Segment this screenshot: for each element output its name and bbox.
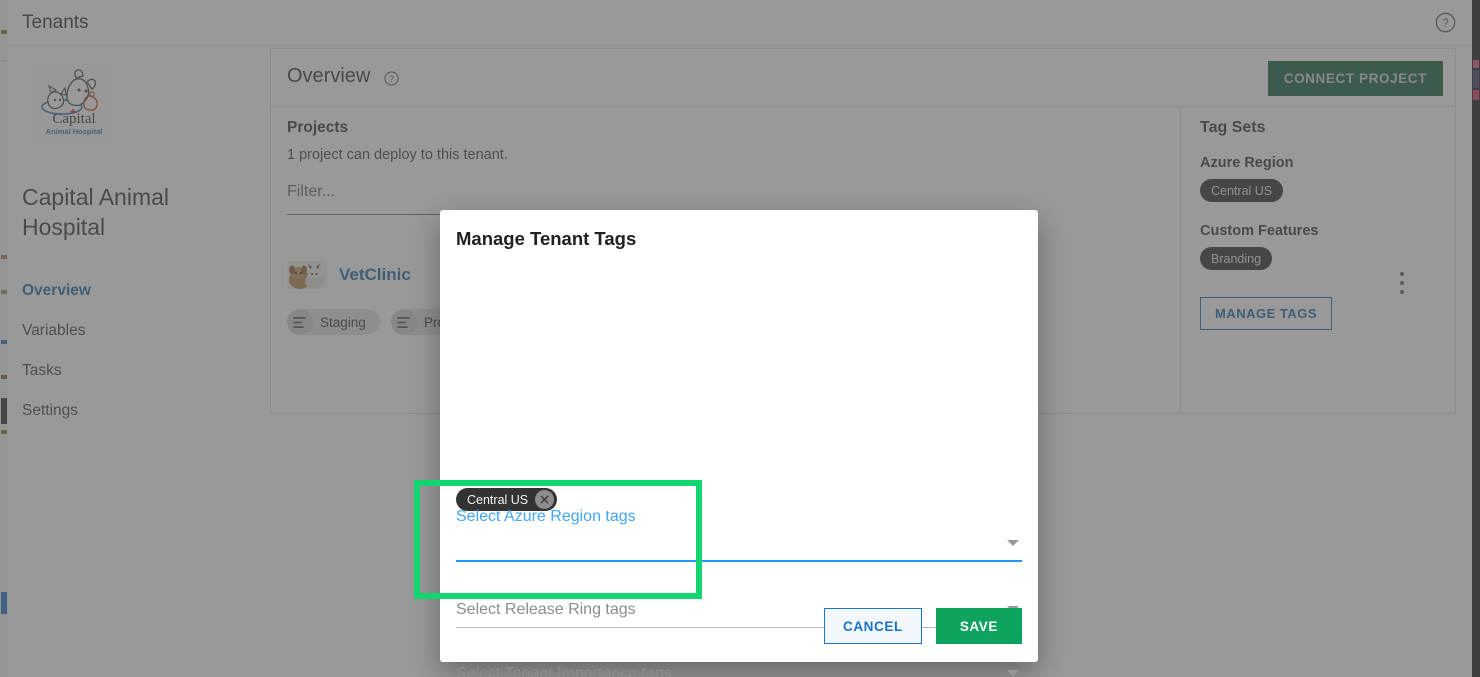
dialog-title: Manage Tenant Tags xyxy=(456,228,636,250)
field-underline-focused xyxy=(456,560,1022,562)
field-azure-region-input[interactable] xyxy=(456,534,1022,562)
chevron-down-icon[interactable] xyxy=(1007,540,1019,546)
chevron-down-icon[interactable] xyxy=(1007,670,1019,676)
save-button[interactable]: SAVE xyxy=(936,608,1022,644)
chip-label: Central US xyxy=(467,493,528,507)
field-tenant-importance-tags[interactable]: Select Tenant Importance tags xyxy=(456,652,1022,677)
field-placeholder-tenant-importance: Select Tenant Importance tags xyxy=(456,665,672,677)
dialog-actions: CANCEL SAVE xyxy=(824,608,1022,644)
manage-tenant-tags-dialog: Manage Tenant Tags Central US Select Azu… xyxy=(440,210,1038,662)
field-azure-region-tags[interactable]: Central US Select Azure Region tags xyxy=(456,482,1022,534)
screenshot-root: Tenants ? xyxy=(0,0,1480,677)
remove-tag-icon[interactable] xyxy=(535,490,554,509)
field-label-azure-region: Select Azure Region tags xyxy=(456,508,636,526)
field-placeholder-release-ring: Select Release Ring tags xyxy=(456,601,636,619)
cancel-button[interactable]: CANCEL xyxy=(824,608,922,644)
